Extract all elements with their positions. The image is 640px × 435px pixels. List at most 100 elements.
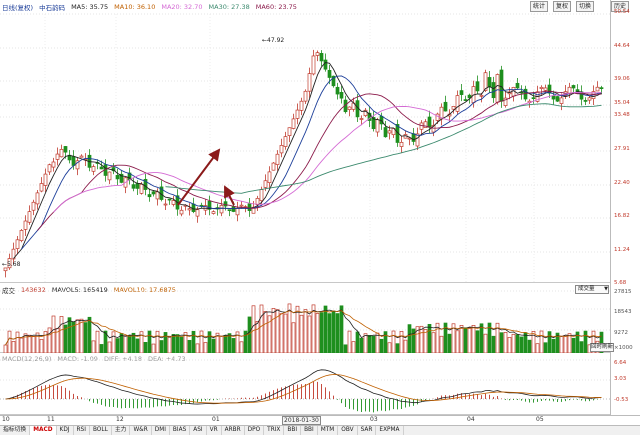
candlestick-chart[interactable] bbox=[0, 0, 610, 283]
volume-bar bbox=[559, 335, 564, 353]
ma30-line bbox=[53, 91, 602, 213]
indicator-tab-bbi[interactable]: BBI bbox=[284, 426, 302, 435]
indicator-tab-wr[interactable]: W&R bbox=[130, 426, 152, 435]
candle-body bbox=[295, 109, 300, 119]
volume-bar bbox=[95, 330, 100, 353]
candle-body bbox=[543, 87, 548, 91]
indicator-tab-asi[interactable]: ASI bbox=[190, 426, 207, 435]
volume-bar bbox=[175, 334, 180, 353]
indicator-tab-bias[interactable]: BIAS bbox=[170, 426, 191, 435]
candle-body bbox=[311, 55, 316, 75]
volume-bar bbox=[387, 342, 392, 353]
y-tick-label: 44.64 bbox=[614, 43, 630, 49]
volume-bar bbox=[187, 339, 192, 353]
candle-body bbox=[131, 184, 136, 189]
volume-bar bbox=[407, 324, 412, 353]
candle-body bbox=[275, 153, 280, 165]
volume-bar bbox=[307, 315, 312, 353]
candle-body bbox=[399, 142, 404, 147]
candle-body bbox=[171, 200, 176, 205]
candle-body bbox=[259, 189, 264, 202]
volume-dropdown[interactable]: 成交量 ▼ bbox=[575, 285, 609, 294]
x-tick-date-cursor[interactable]: 2018-01-30 bbox=[282, 416, 321, 425]
volume-bar bbox=[515, 334, 520, 353]
macd-panel[interactable]: MACD(12,26,9) MACD: -1.09 DIFF: +4.18 DE… bbox=[0, 353, 610, 415]
volume-bar bbox=[47, 327, 52, 353]
volume-bar bbox=[371, 335, 376, 353]
x-tick-oct: 10 bbox=[2, 416, 10, 423]
volume-bar bbox=[159, 340, 164, 353]
volume-bar bbox=[375, 332, 380, 353]
indicator-tab-rsi[interactable]: RSI bbox=[74, 426, 90, 435]
volume-bar bbox=[519, 336, 524, 353]
candle-body bbox=[231, 206, 236, 212]
macd-chart[interactable] bbox=[0, 353, 610, 415]
candle-body bbox=[239, 204, 244, 207]
volume-bar bbox=[547, 331, 552, 353]
indicator-tab-sar[interactable]: SAR bbox=[358, 426, 377, 435]
high-price-value: 47.92 bbox=[267, 37, 285, 44]
price-panel[interactable]: 日线(复权) 中石韵码 MA5: 35.75 MA10: 36.10 MA20:… bbox=[0, 0, 610, 283]
toolbar-fuquan-button[interactable]: 复权 bbox=[553, 1, 572, 12]
candle-body bbox=[307, 73, 312, 92]
candle-body bbox=[43, 173, 48, 186]
candle-body bbox=[287, 127, 292, 136]
volume-refresh-button[interactable]: 回时刷新 bbox=[590, 343, 614, 352]
volume-bar bbox=[439, 335, 444, 353]
indicator-tab-kdj[interactable]: KDJ bbox=[57, 426, 74, 435]
indicator-tab-arbr[interactable]: ARBR bbox=[222, 426, 245, 435]
volume-chart[interactable] bbox=[0, 283, 610, 353]
volume-bar bbox=[491, 335, 496, 353]
volume-bar bbox=[219, 335, 224, 353]
toolbar-stat-button[interactable]: 统计 bbox=[530, 1, 549, 12]
volume-bar bbox=[247, 316, 252, 353]
volume-refresh-label: 回时刷新 bbox=[591, 344, 614, 350]
indicator-tab-obv[interactable]: OBV bbox=[338, 426, 358, 435]
volume-panel[interactable]: 成交 143632 MAVOL5: 165419 MAVOL10: 17.687… bbox=[0, 283, 610, 353]
indicator-tab-trix[interactable]: TRIX bbox=[264, 426, 285, 435]
toolbar-switch-button[interactable]: 切换 bbox=[576, 1, 595, 12]
indicator-tab-bbi[interactable]: BBI bbox=[301, 426, 318, 435]
volume-bar bbox=[479, 323, 484, 353]
indicator-tab-boll[interactable]: BOLL bbox=[90, 426, 112, 435]
volume-bar bbox=[535, 343, 540, 353]
volume-bar bbox=[391, 330, 396, 353]
indicator-tab-macd[interactable]: MACD bbox=[30, 426, 57, 435]
volume-bar bbox=[251, 305, 256, 353]
indicator-tab-dmi[interactable]: DMI bbox=[152, 426, 170, 435]
volume-bar bbox=[31, 335, 36, 353]
volume-bar bbox=[283, 313, 288, 353]
candle-body bbox=[375, 119, 380, 133]
candle-body bbox=[487, 77, 492, 88]
volume-bar bbox=[447, 333, 452, 353]
candle-body bbox=[475, 81, 480, 92]
indicator-tab-dpo[interactable]: DPO bbox=[245, 426, 265, 435]
candle-body bbox=[139, 183, 144, 194]
volume-bar bbox=[191, 330, 196, 353]
volume-bar bbox=[335, 313, 340, 353]
candle-body bbox=[339, 91, 344, 99]
volume-bar bbox=[543, 342, 548, 353]
candle-body bbox=[79, 155, 84, 158]
candle-body bbox=[435, 113, 440, 121]
candle-body bbox=[383, 127, 388, 138]
candle-body bbox=[283, 136, 288, 147]
volume-bar bbox=[567, 333, 572, 353]
candle-body bbox=[31, 201, 36, 211]
candle-body bbox=[235, 207, 240, 216]
indicator-tab-vr[interactable]: VR bbox=[207, 426, 222, 435]
indicator-tab-[interactable]: 主力 bbox=[112, 426, 131, 435]
volume-bar bbox=[311, 304, 316, 353]
indicator-tab-[interactable]: 指标切换 bbox=[0, 426, 31, 435]
candle-body bbox=[155, 191, 160, 200]
candle-body bbox=[387, 130, 392, 134]
indicator-tab-expma[interactable]: EXPMA bbox=[376, 426, 404, 435]
indicator-tab-mtm[interactable]: MTM bbox=[318, 426, 339, 435]
candle-body bbox=[151, 191, 156, 195]
candle-body bbox=[147, 194, 152, 198]
candle-body bbox=[39, 183, 44, 192]
volume-bar bbox=[155, 330, 160, 353]
candle-body bbox=[495, 74, 500, 103]
candle-body bbox=[587, 97, 592, 101]
candle-body bbox=[335, 86, 340, 95]
